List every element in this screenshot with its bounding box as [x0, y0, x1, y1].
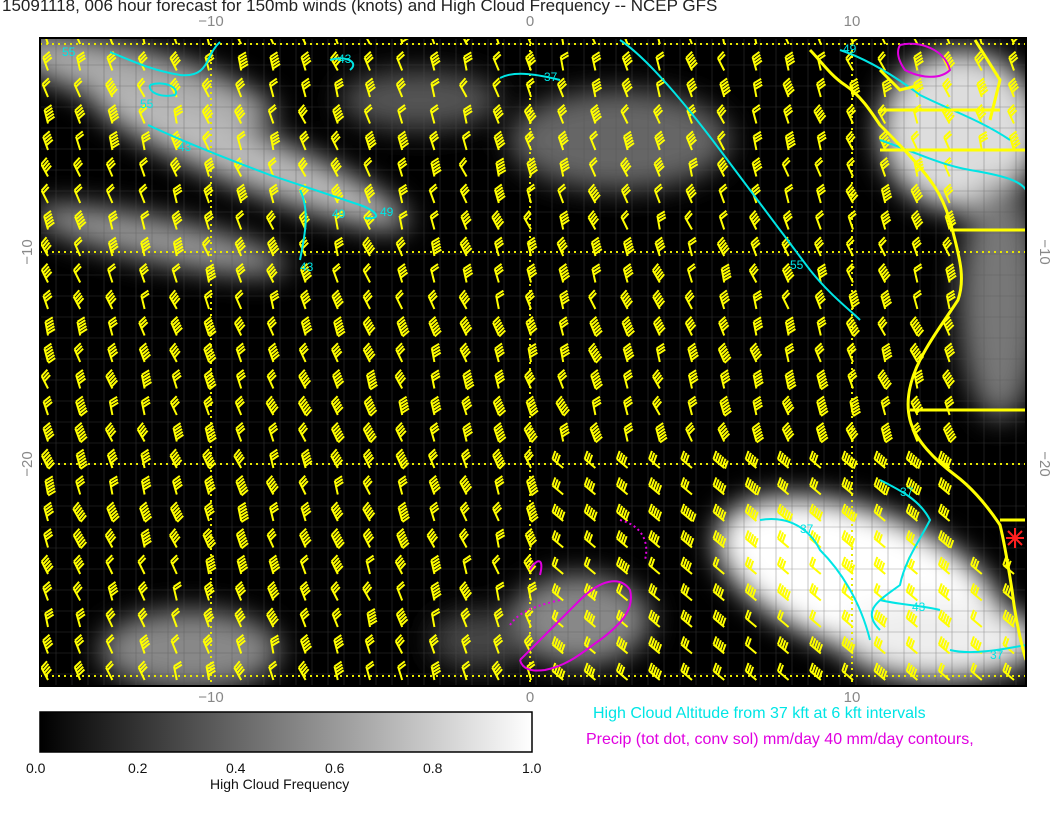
right-tick-1: −10: [1036, 239, 1053, 264]
left-tick-2: −20: [19, 451, 36, 476]
right-tick-labels: −10 −20: [1036, 239, 1053, 476]
contour-label: 37: [900, 485, 914, 499]
left-tick-1: −10: [19, 239, 36, 264]
left-tick-labels: −10 −20: [19, 239, 36, 476]
colorbar-tick-5: 1.0: [522, 760, 542, 776]
colorbar-tick-0: 0.0: [26, 760, 46, 776]
contour-label: 37: [544, 70, 558, 84]
bottom-tick-1: −10: [198, 689, 223, 706]
contour-label: 49: [380, 205, 394, 219]
contour-label: 43: [912, 600, 926, 614]
precip-legend: Precip (tot dot, conv sol) mm/day 40 mm/…: [586, 731, 974, 748]
colorbar: [39, 711, 533, 753]
contour-label: 49: [843, 42, 857, 56]
contour-label: 37: [800, 522, 814, 536]
contour-label: 43: [178, 140, 192, 154]
contour-label: 55: [140, 97, 154, 111]
top-tick-1: −10: [198, 13, 223, 30]
cloud-altitude-legend: High Cloud Altitude from 37 kft at 6 kft…: [593, 705, 926, 722]
top-tick-2: 0: [526, 13, 534, 30]
bottom-tick-2: 0: [526, 689, 534, 706]
contour-label: 55: [790, 258, 804, 272]
contour-label: 43: [300, 260, 314, 274]
colorbar-title: High Cloud Frequency: [210, 776, 350, 792]
top-tick-labels: −10 0 10: [198, 13, 860, 30]
right-tick-2: −20: [1036, 451, 1053, 476]
colorbar-tick-4: 0.8: [423, 760, 443, 776]
contour-label: 43: [338, 52, 352, 66]
location-marker: [1006, 528, 1024, 548]
colorbar-tick-2: 0.4: [226, 760, 246, 776]
bottom-tick-labels: −10 0 10: [198, 689, 860, 706]
colorbar-tick-1: 0.2: [128, 760, 148, 776]
contour-label: 55: [62, 45, 76, 59]
contour-label: 37: [990, 648, 1004, 662]
forecast-map: −10 0 10 −10 0 10 −10 −20 −10 −20: [19, 13, 1053, 753]
contour-label: 49: [332, 207, 346, 221]
colorbar-tick-3: 0.6: [325, 760, 345, 776]
bottom-tick-3: 10: [844, 689, 861, 706]
top-tick-3: 10: [844, 13, 861, 30]
